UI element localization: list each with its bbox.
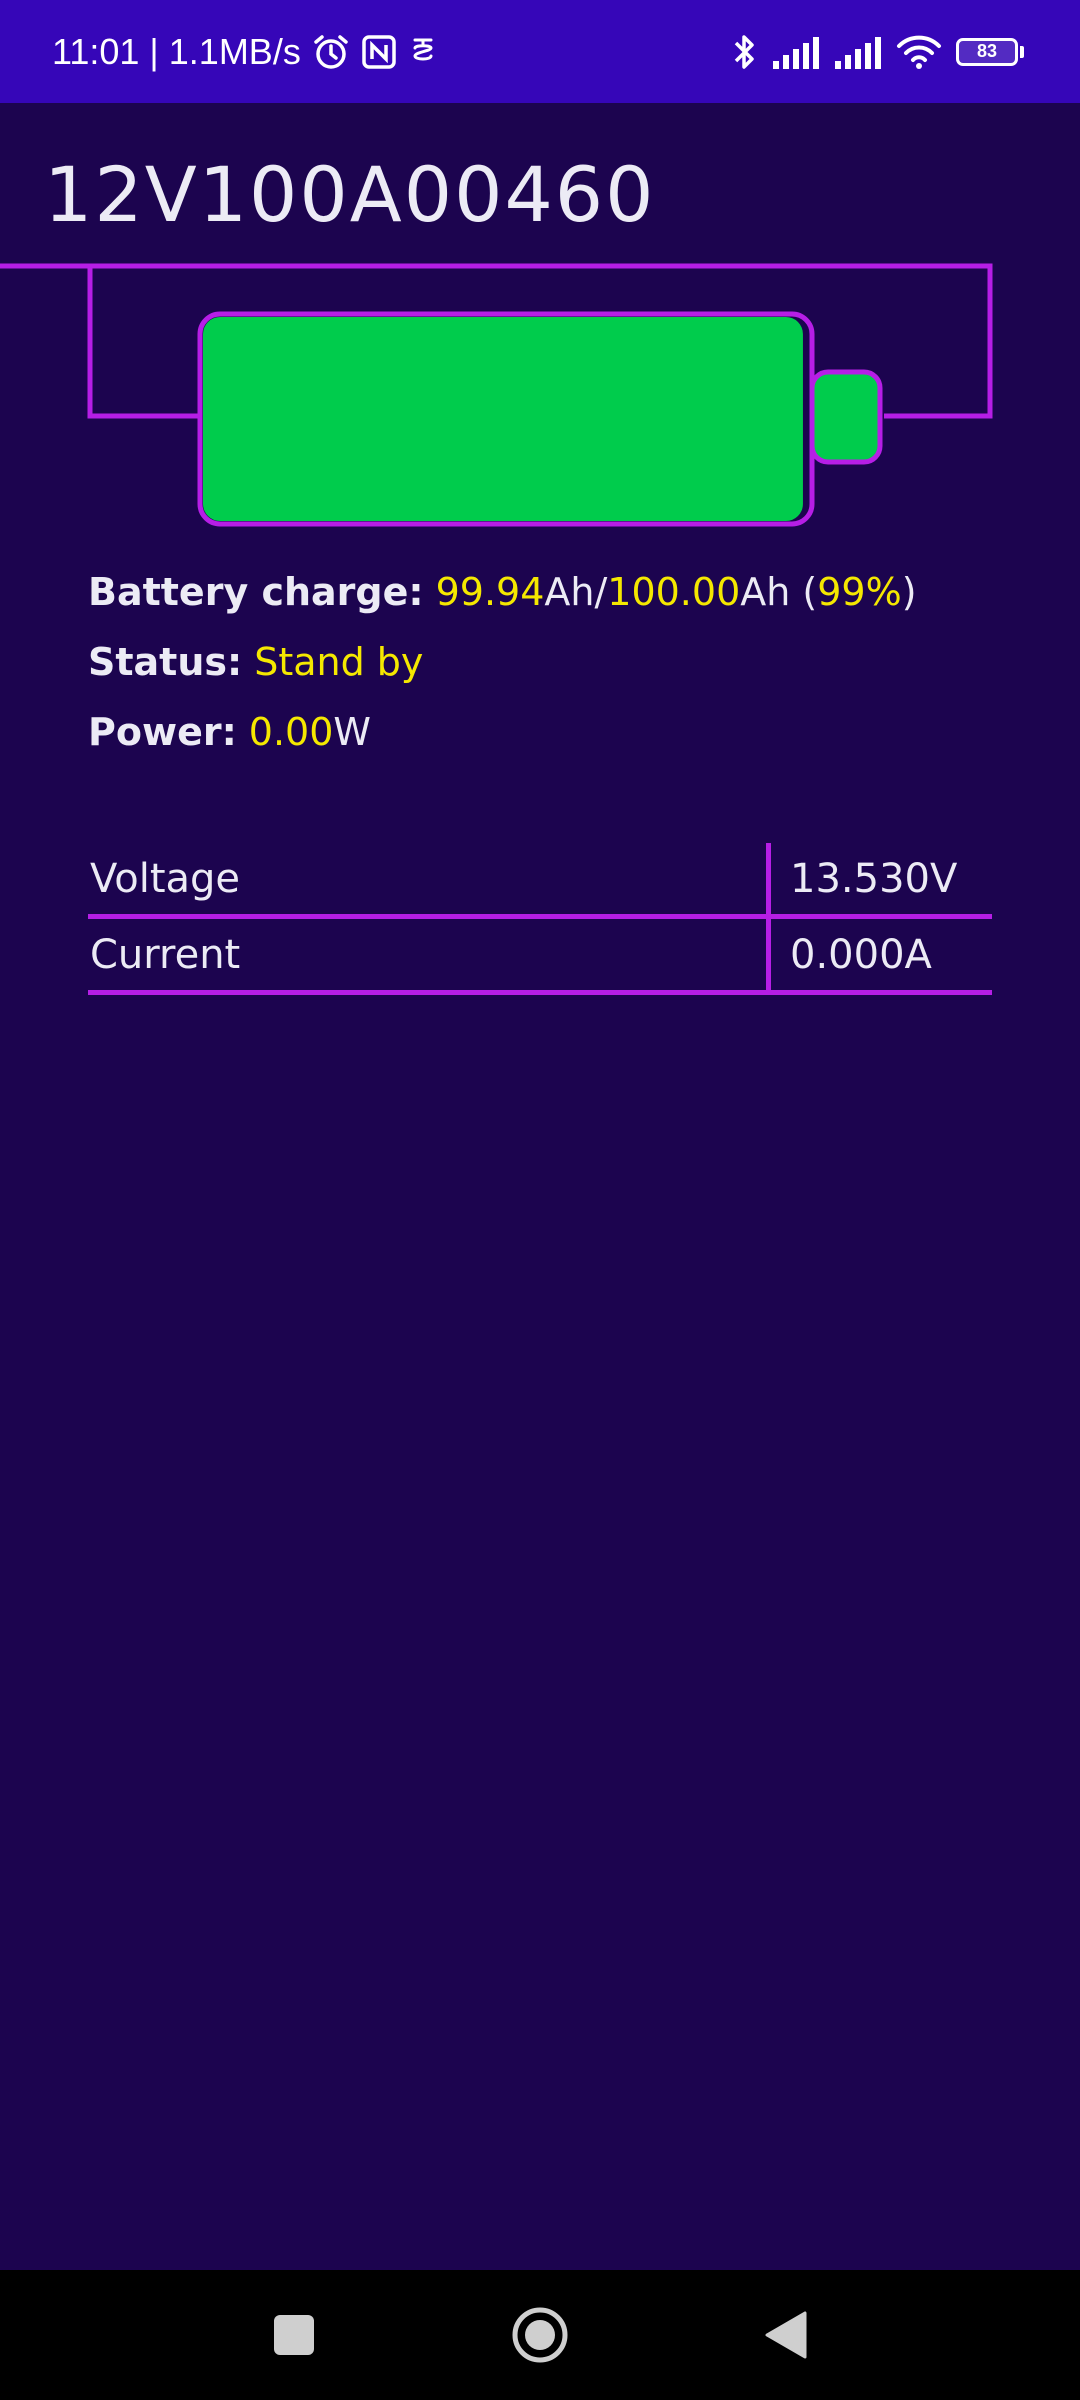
nfc-icon xyxy=(361,34,397,70)
battery-terminal xyxy=(809,369,883,465)
status-value: Stand by xyxy=(254,640,424,684)
table-row: Voltage 13.530V xyxy=(88,843,992,919)
battery-charge-close-paren: ) xyxy=(901,570,917,614)
signal-icon xyxy=(772,35,820,69)
reading-value-voltage: 13.530V xyxy=(790,855,958,902)
battery-charge-percent: 99% xyxy=(817,570,902,614)
recents-icon xyxy=(274,2315,314,2355)
home-icon xyxy=(512,2307,568,2363)
recents-button[interactable] xyxy=(234,2270,354,2400)
bluetooth-icon xyxy=(732,32,758,72)
column-divider xyxy=(766,843,771,919)
home-button[interactable] xyxy=(480,2270,600,2400)
power-value: 0.00 xyxy=(248,710,334,754)
status-bar-left: 11:01 | 1.1MB/s xyxy=(52,0,439,103)
status-bar-right: 83 xyxy=(732,0,1024,103)
battery-icon: 83 xyxy=(956,37,1024,66)
power-label: Power: xyxy=(88,710,237,754)
battery-charge-open-paren: ( xyxy=(790,570,818,614)
page-title: 12V100A00460 xyxy=(44,150,656,239)
reading-name-voltage: Voltage xyxy=(90,855,241,902)
status-label: Status: xyxy=(88,640,243,684)
battery-charge-line: Battery charge: 99.94 Ah/ 100.00 Ah ( 99… xyxy=(88,570,917,614)
battery-graphic xyxy=(0,263,993,527)
battery-level: 83 xyxy=(956,37,1018,66)
status-line: Status: Stand by xyxy=(88,640,423,684)
app-notification-icon xyxy=(407,34,439,70)
battery-fill-level xyxy=(203,317,803,521)
power-line: Power: 0.00 W xyxy=(88,710,371,754)
battery-charge-capacity-unit: Ah xyxy=(740,570,791,614)
status-bar: 11:01 | 1.1MB/s 83 xyxy=(0,0,1080,103)
wifi-icon xyxy=(896,34,942,70)
back-icon xyxy=(765,2311,807,2359)
reading-name-current: Current xyxy=(90,931,241,978)
readings-table: Voltage 13.530V Current 0.000A xyxy=(88,843,992,995)
battery-charge-current: 99.94 xyxy=(435,570,545,614)
reading-value-current: 0.000A xyxy=(790,931,932,978)
power-unit: W xyxy=(333,710,371,754)
back-button[interactable] xyxy=(726,2270,846,2400)
column-divider xyxy=(766,919,771,995)
status-time-speed: 11:01 | 1.1MB/s xyxy=(52,30,301,72)
battery-charge-label: Battery charge: xyxy=(88,570,424,614)
alarm-icon xyxy=(311,32,351,72)
table-row: Current 0.000A xyxy=(88,919,992,995)
battery-charge-current-unit: Ah/ xyxy=(544,570,608,614)
battery-charge-capacity: 100.00 xyxy=(607,570,741,614)
signal-icon xyxy=(834,35,882,69)
navigation-bar xyxy=(0,2270,1080,2400)
